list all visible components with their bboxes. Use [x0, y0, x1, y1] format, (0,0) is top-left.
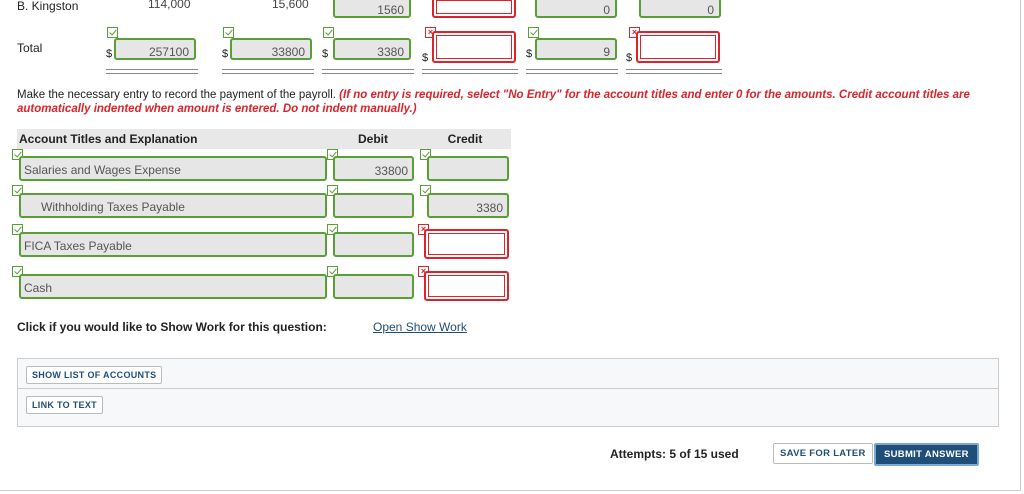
account-select-4[interactable]: Cash [19, 274, 327, 299]
currency-sign: $ [422, 52, 429, 64]
total-input-1[interactable]: 257100 [114, 38, 196, 60]
double-underline [422, 69, 518, 74]
header-account: Account Titles and Explanation [19, 132, 198, 146]
link-to-text-button[interactable]: LINK TO TEXT [26, 396, 103, 414]
currency-sign: $ [626, 52, 633, 64]
double-underline [222, 69, 314, 74]
save-for-later-button[interactable]: SAVE FOR LATER [773, 443, 873, 464]
text-panel: LINK TO TEXT [17, 389, 999, 427]
double-underline [526, 69, 618, 74]
debit-input-4[interactable] [333, 274, 414, 299]
total-input-6[interactable]: 9 [535, 38, 617, 60]
submit-answer-button[interactable]: SUBMIT ANSWER [874, 443, 979, 466]
check-icon [223, 27, 234, 38]
row-label-kingston: B. Kingston [17, 0, 79, 13]
header-debit: Debit [358, 132, 388, 146]
check-icon [323, 27, 334, 38]
kingston-input-4[interactable] [432, 0, 516, 18]
open-show-work-link[interactable]: Open Show Work [373, 320, 467, 334]
total-input-7[interactable] [636, 31, 720, 63]
accounts-panel: SHOW LIST OF ACCOUNTS [17, 358, 999, 389]
header-account-cell: Account Titles and Explanation [17, 129, 327, 149]
account-select-2[interactable]: Withholding Taxes Payable [19, 193, 327, 218]
total-input-4[interactable] [432, 31, 516, 63]
account-select-3[interactable]: FICA Taxes Payable [19, 232, 327, 257]
kingston-value-2: 15,600 [272, 0, 309, 11]
debit-input-1[interactable]: 33800 [333, 156, 414, 181]
show-list-of-accounts-button[interactable]: SHOW LIST OF ACCOUNTS [26, 366, 163, 384]
credit-input-3[interactable] [424, 229, 509, 259]
kingston-input-6[interactable]: 0 [535, 0, 617, 18]
kingston-input-3[interactable]: 1560 [333, 0, 411, 18]
currency-sign: $ [322, 48, 329, 60]
header-credit-cell: Credit [419, 129, 511, 149]
show-work-prompt: Click if you would like to Show Work for… [17, 320, 327, 334]
instruction-text: Make the necessary entry to record the p… [17, 89, 340, 101]
double-underline [626, 69, 722, 74]
credit-input-2[interactable]: 3380 [427, 193, 509, 218]
currency-sign: $ [222, 48, 229, 60]
total-input-2[interactable]: 33800 [230, 38, 312, 60]
total-label: Total [17, 41, 43, 55]
instructions: Make the necessary entry to record the p… [17, 88, 1007, 116]
header-debit-cell: Debit [327, 129, 419, 149]
account-select-1[interactable]: Salaries and Wages Expense [19, 156, 327, 181]
check-icon [107, 27, 118, 38]
total-input-3[interactable]: 3380 [333, 38, 411, 60]
double-underline [322, 69, 414, 74]
currency-sign: $ [526, 48, 533, 60]
debit-input-3[interactable] [333, 232, 414, 257]
attempts-counter: Attempts: 5 of 15 used [610, 447, 739, 461]
currency-sign: $ [106, 48, 113, 60]
header-credit: Credit [447, 132, 483, 146]
credit-input-1[interactable] [427, 156, 509, 181]
debit-input-2[interactable] [333, 193, 414, 218]
check-icon [528, 27, 539, 38]
kingston-input-7[interactable]: 0 [639, 0, 721, 18]
double-underline [106, 69, 198, 74]
kingston-value-1: 114,000 [148, 0, 191, 11]
credit-input-4[interactable] [424, 271, 509, 301]
